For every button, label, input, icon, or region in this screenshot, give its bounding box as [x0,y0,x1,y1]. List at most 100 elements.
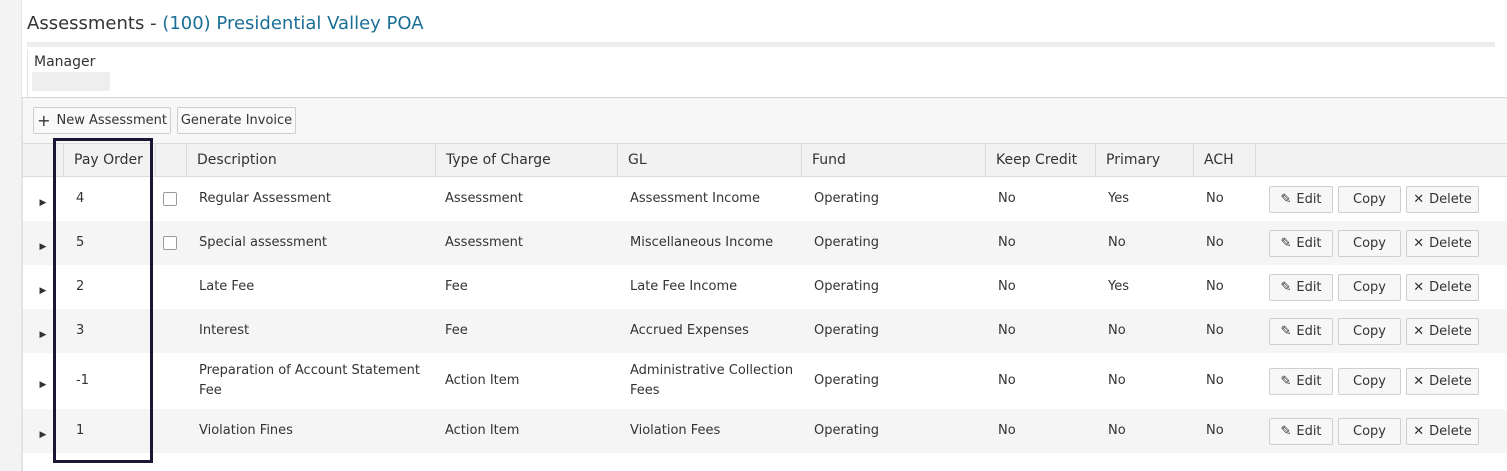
pencil-icon: ✎ [1280,374,1292,389]
row-checkbox[interactable] [163,236,177,250]
delete-button[interactable]: ✕ Delete [1406,230,1479,257]
delete-button[interactable]: ✕ Delete [1406,418,1479,445]
new-assessment-label: New Assessment [56,113,167,128]
delete-label: Delete [1429,236,1472,251]
edit-label: Edit [1296,424,1322,439]
table-row: ▶ -1 Preparation of Account Statement Fe… [23,353,1507,409]
header-description[interactable]: Description [186,144,435,176]
header-pay-order[interactable]: Pay Order [63,144,155,176]
edit-button[interactable]: ✎ Edit [1269,274,1333,301]
header-ach[interactable]: ACH [1193,144,1255,176]
ach-cell: No [1206,423,1224,438]
table-row: ▶ 1 Violation Fines Action Item Violatio… [23,409,1507,453]
fund-cell: Operating [814,373,879,388]
triangle-right-icon[interactable]: ▶ [38,357,48,413]
delete-label: Delete [1429,280,1472,295]
header-actions [1255,144,1500,176]
fund-cell: Operating [814,423,879,438]
description-cell: Preparation of Account Statement Fee [199,363,420,398]
delete-label: Delete [1429,424,1472,439]
generate-invoice-button[interactable]: Generate Invoice [177,107,296,134]
x-icon: ✕ [1413,424,1425,439]
header-expander [23,144,63,176]
grid-toolbar: + New Assessment Generate Invoice [23,98,1507,143]
type-cell: Assessment [445,235,523,250]
keep-credit-cell: No [998,373,1016,388]
ach-cell: No [1206,373,1224,388]
triangle-right-icon[interactable]: ▶ [38,313,48,357]
copy-button[interactable]: Copy [1338,230,1401,257]
edit-button[interactable]: ✎ Edit [1269,186,1333,213]
x-icon: ✕ [1413,374,1425,389]
delete-button[interactable]: ✕ Delete [1406,368,1479,395]
header-fund[interactable]: Fund [801,144,985,176]
edit-label: Edit [1296,192,1322,207]
x-icon: ✕ [1413,324,1425,339]
triangle-right-icon[interactable]: ▶ [38,269,48,313]
gl-cell: Violation Fees [630,423,721,438]
pencil-icon: ✎ [1280,280,1292,295]
gl-cell: Miscellaneous Income [630,235,774,250]
gl-cell: Accrued Expenses [630,323,749,338]
delete-label: Delete [1429,324,1472,339]
type-cell: Action Item [445,423,520,438]
triangle-right-icon[interactable]: ▶ [38,181,48,225]
title-divider [27,42,1495,47]
pay-order-cell: 5 [76,235,85,250]
primary-cell: No [1108,235,1126,250]
header-keep-credit[interactable]: Keep Credit [985,144,1095,176]
primary-cell: No [1108,323,1126,338]
edit-label: Edit [1296,374,1322,389]
pay-order-cell: 1 [76,423,85,438]
keep-credit-cell: No [998,423,1016,438]
fund-cell: Operating [814,191,879,206]
pencil-icon: ✎ [1280,236,1292,251]
pencil-icon: ✎ [1280,424,1292,439]
ach-cell: No [1206,191,1224,206]
new-assessment-button[interactable]: + New Assessment [33,107,171,134]
gl-cell: Late Fee Income [630,279,738,294]
header-gl[interactable]: GL [617,144,801,176]
row-checkbox[interactable] [163,192,177,206]
fund-cell: Operating [814,235,879,250]
table-row: ▶ 4 Regular Assessment Assessment Assess… [23,177,1507,221]
copy-button[interactable]: Copy [1338,274,1401,301]
copy-button[interactable]: Copy [1338,368,1401,395]
edit-button[interactable]: ✎ Edit [1269,418,1333,445]
ach-cell: No [1206,323,1224,338]
pay-order-cell: -1 [76,373,89,388]
triangle-right-icon[interactable]: ▶ [38,413,48,457]
table-header: Pay Order Description Type of Charge GL … [23,143,1507,177]
edit-label: Edit [1296,280,1322,295]
assessments-grid: + New Assessment Generate Invoice Pay Or… [22,97,1507,471]
delete-label: Delete [1429,374,1472,389]
delete-button[interactable]: ✕ Delete [1406,318,1479,345]
delete-button[interactable]: ✕ Delete [1406,274,1479,301]
copy-button[interactable]: Copy [1338,186,1401,213]
copy-button[interactable]: Copy [1338,318,1401,345]
description-cell: Special assessment [199,235,328,250]
edit-button[interactable]: ✎ Edit [1269,318,1333,345]
type-cell: Assessment [445,191,523,206]
description-cell: Violation Fines [199,423,293,438]
type-cell: Fee [445,323,468,338]
triangle-right-icon[interactable]: ▶ [38,225,48,269]
pay-order-cell: 3 [76,323,85,338]
delete-label: Delete [1429,192,1472,207]
delete-button[interactable]: ✕ Delete [1406,186,1479,213]
edit-button[interactable]: ✎ Edit [1269,230,1333,257]
manager-value [32,72,110,91]
description-cell: Interest [199,323,250,338]
fund-cell: Operating [814,323,879,338]
association-link[interactable]: (100) Presidential Valley POA [162,13,423,34]
primary-cell: No [1108,373,1126,388]
pencil-icon: ✎ [1280,324,1292,339]
header-primary[interactable]: Primary [1095,144,1193,176]
gl-cell: Administrative Collection Fees [630,363,794,398]
header-type-of-charge[interactable]: Type of Charge [435,144,617,176]
table-row: ▶ 2 Late Fee Fee Late Fee Income Operati… [23,265,1507,309]
edit-button[interactable]: ✎ Edit [1269,368,1333,395]
copy-button[interactable]: Copy [1338,418,1401,445]
ach-cell: No [1206,279,1224,294]
x-icon: ✕ [1413,236,1425,251]
